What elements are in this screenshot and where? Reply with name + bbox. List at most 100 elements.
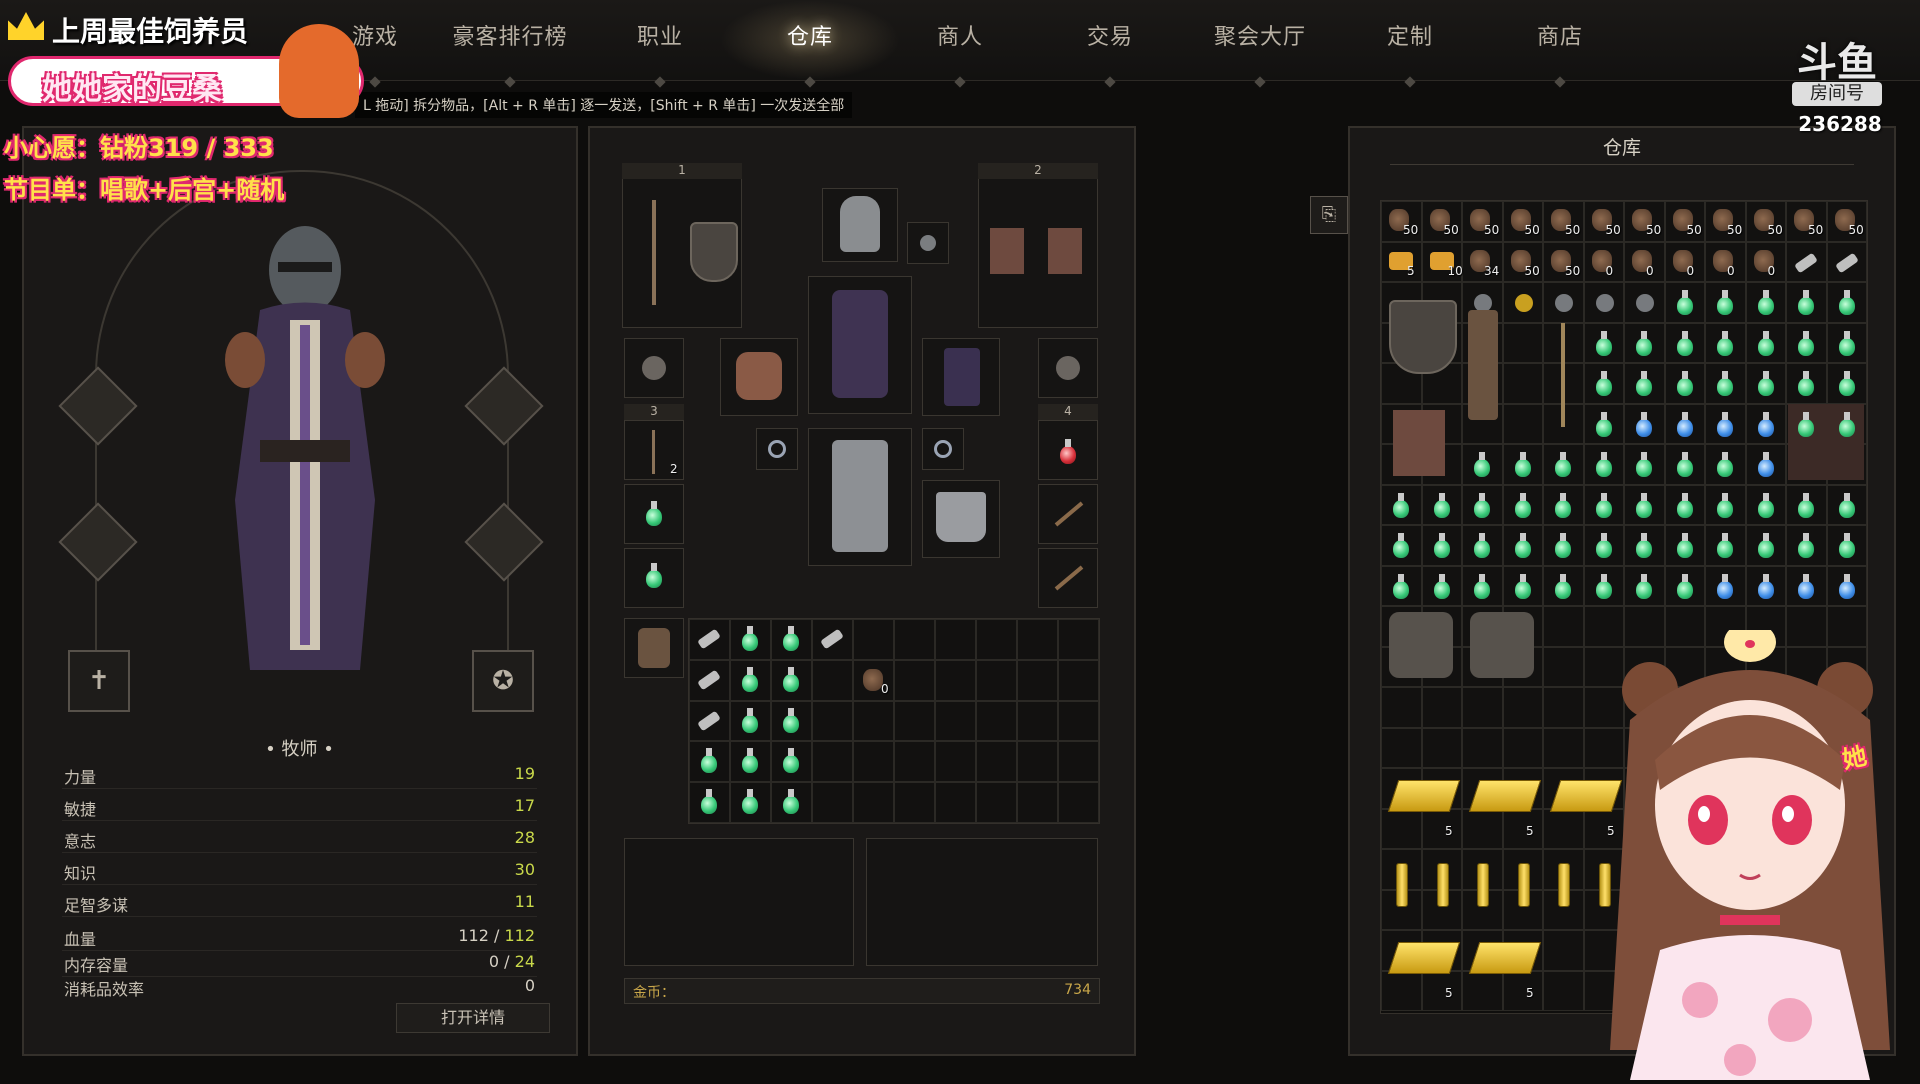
tab-merchants[interactable]: 商人 (885, 18, 1035, 58)
tab-stash[interactable]: 仓库 (735, 18, 885, 58)
inventory-cell[interactable] (894, 700, 935, 742)
stash-cell[interactable] (1543, 930, 1584, 971)
inventory-cell[interactable] (1058, 741, 1099, 783)
inventory-cell[interactable] (935, 659, 976, 701)
inventory-cell[interactable] (1058, 619, 1099, 660)
stash-cell[interactable] (1502, 727, 1543, 768)
tab-customize[interactable]: 定制 (1335, 18, 1485, 58)
stash-cell[interactable] (1543, 606, 1584, 647)
inventory-cell[interactable] (1017, 782, 1058, 823)
item-quantity: 5 (1407, 263, 1415, 278)
inventory-cell[interactable] (894, 619, 935, 660)
pentagram-icon[interactable]: ✪ (472, 650, 534, 712)
inventory-cell[interactable] (1017, 659, 1058, 701)
stash-cell[interactable] (1502, 403, 1543, 444)
inventory-cell[interactable] (976, 619, 1017, 660)
green-hood-icon (1788, 403, 1864, 480)
inventory-cell[interactable] (894, 659, 935, 701)
stash-cell[interactable] (1543, 808, 1584, 849)
blue-potion-icon (1676, 411, 1693, 437)
item-quantity: 50 (1767, 223, 1783, 237)
inventory-cell[interactable] (894, 782, 935, 823)
stash-bag-slot-left[interactable] (624, 838, 854, 966)
inventory-cell[interactable] (935, 782, 976, 823)
stash-cell[interactable] (1502, 322, 1543, 363)
stash-cell[interactable] (1421, 687, 1462, 728)
inventory-cell[interactable] (812, 700, 853, 742)
green-potion-icon (1757, 492, 1774, 518)
golden-vial-icon (1517, 863, 1530, 907)
inventory-cell[interactable] (1058, 782, 1099, 823)
green-potion-icon (1393, 533, 1409, 558)
tab-leaderboard[interactable]: 豪客排行榜 (435, 18, 585, 58)
stash-cell[interactable] (1543, 646, 1584, 687)
stash-cell[interactable] (1462, 687, 1503, 728)
stash-cell[interactable] (1543, 970, 1584, 1011)
item-quantity: 50 (1686, 223, 1702, 237)
tab-shop[interactable]: 商店 (1485, 18, 1635, 58)
tab-gathering-hall[interactable]: 聚会大厅 (1185, 18, 1335, 58)
inventory-cell[interactable] (812, 782, 853, 823)
stash-cell[interactable] (1421, 970, 1462, 1011)
inventory-cell[interactable] (935, 700, 976, 742)
green-potion-icon (783, 707, 799, 733)
item-quantity: 10 (1447, 263, 1463, 278)
inventory-cell[interactable] (935, 619, 976, 660)
inventory-cell[interactable] (812, 741, 853, 783)
stash-cell[interactable] (1462, 727, 1503, 768)
spellbook-icon (990, 228, 1024, 274)
green-potion-icon (1636, 492, 1652, 518)
stash-cell[interactable] (1543, 727, 1584, 768)
stash-bag-slot-right[interactable] (866, 838, 1098, 966)
weapon-set-2-number: 2 (978, 163, 1098, 179)
green-potion-icon (1798, 371, 1814, 396)
stash-cell[interactable] (1381, 687, 1422, 728)
health-value: 112 / 112 (458, 926, 535, 945)
leather-pants-icon (1468, 310, 1498, 420)
green-potion-icon (1595, 371, 1612, 396)
inventory-cell[interactable] (935, 741, 976, 783)
inventory-cell[interactable] (853, 782, 894, 823)
stash-cell[interactable] (1381, 727, 1422, 768)
open-details-button[interactable]: 打开详情 (396, 1003, 550, 1033)
stat-label: 意志 (64, 832, 97, 851)
inventory-cell[interactable] (1058, 700, 1099, 742)
stash-cell[interactable] (1502, 808, 1543, 849)
stash-cell[interactable] (1421, 808, 1462, 849)
golden-vial-icon (1477, 863, 1489, 907)
stash-cell[interactable] (1381, 808, 1422, 849)
inventory-grid[interactable]: 0 (688, 618, 1100, 824)
item-quantity: 50 (1565, 223, 1581, 237)
green-potion-icon (1393, 573, 1409, 599)
inventory-cell[interactable] (894, 741, 935, 783)
inventory-cell[interactable] (1017, 700, 1058, 742)
green-potion-icon (1514, 573, 1531, 599)
inventory-cell[interactable] (812, 659, 853, 701)
stash-cell[interactable] (1502, 970, 1543, 1011)
inventory-cell[interactable] (976, 700, 1017, 742)
tab-class[interactable]: 职业 (585, 18, 735, 58)
stash-cell[interactable] (1462, 808, 1503, 849)
inventory-cell[interactable] (976, 782, 1017, 823)
stash-cell[interactable] (1421, 727, 1462, 768)
inventory-cell[interactable] (976, 741, 1017, 783)
item-quantity: 0 (1686, 263, 1695, 278)
inventory-cell[interactable] (853, 700, 894, 742)
inventory-cell[interactable] (1017, 741, 1058, 783)
robe-icon (832, 290, 888, 398)
sort-stash-icon[interactable]: ⎘ (1310, 196, 1348, 234)
stash-cell[interactable] (1543, 687, 1584, 728)
tab-trade[interactable]: 交易 (1035, 18, 1185, 58)
inventory-cell[interactable] (853, 741, 894, 783)
stash-cell[interactable] (1502, 363, 1543, 404)
item-quantity: 50 (1848, 223, 1864, 237)
inventory-cell[interactable] (853, 619, 894, 660)
stash-cell[interactable] (1462, 970, 1503, 1011)
stash-cell[interactable] (1381, 970, 1422, 1011)
cross-icon[interactable]: ✝ (68, 650, 130, 712)
stash-cell[interactable] (1502, 687, 1543, 728)
inventory-cell[interactable] (1017, 619, 1058, 660)
inventory-cell[interactable] (1058, 659, 1099, 701)
gold-ingot-icon (1468, 780, 1542, 812)
inventory-cell[interactable] (976, 659, 1017, 701)
